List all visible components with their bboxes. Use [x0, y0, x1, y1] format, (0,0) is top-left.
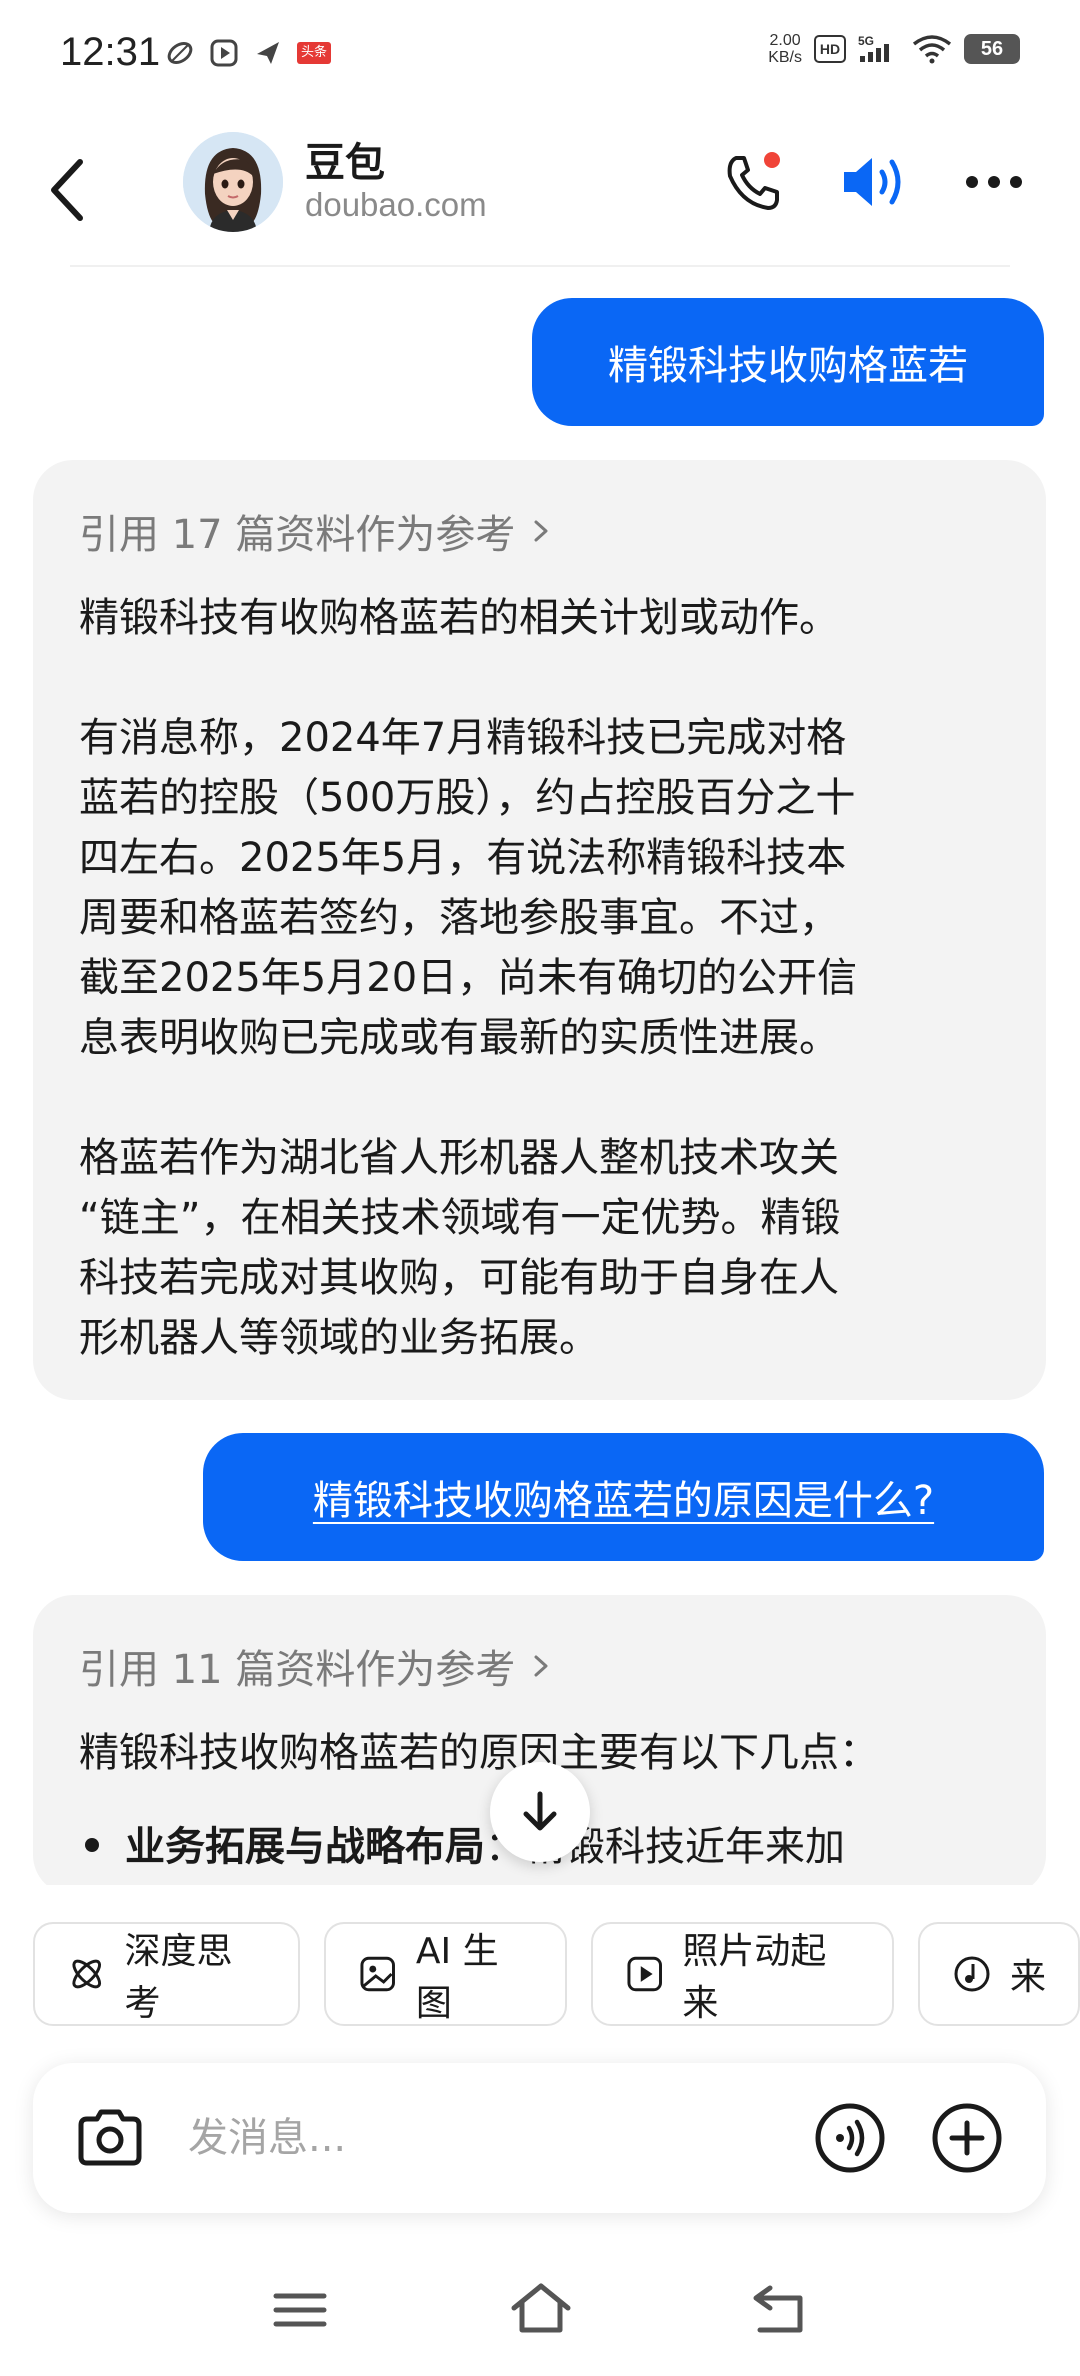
bot-answer-card[interactable]: 引用 17 篇资料作为参考 精锻科技有收购格蓝若的相关计划或动作。 有消息称，2…	[33, 460, 1046, 1400]
chip-ai-image[interactable]: AI 生图	[324, 1922, 567, 2026]
leaf-app-icon	[167, 41, 193, 65]
play-icon	[627, 1956, 662, 1992]
svg-text:5G: 5G	[858, 34, 874, 48]
music-icon	[954, 1956, 990, 1992]
network-speed: 2.00 KB/s	[768, 32, 802, 66]
bullet-title: 业务拓展与战略布局	[125, 1824, 485, 1870]
plus-icon[interactable]	[930, 2101, 1004, 2175]
voice-input-icon[interactable]	[813, 2101, 887, 2175]
phone-call-icon[interactable]	[720, 150, 784, 214]
notification-dot	[764, 152, 780, 168]
net-speed-unit: KB/s	[768, 49, 802, 66]
bot-answer-text: 精锻科技有收购格蓝若的相关计划或动作。 有消息称，2024年7月精锻科技已完成对…	[79, 595, 858, 1361]
recent-apps-icon[interactable]	[272, 2290, 328, 2330]
chip-music[interactable]: 来	[918, 1922, 1080, 2026]
chip-deep-think[interactable]: 深度思考	[33, 1922, 301, 2026]
reference-text: 引用 17 篇资料作为参考	[79, 512, 516, 558]
reference-link[interactable]: 引用 17 篇资料作为参考	[79, 502, 1000, 560]
bot-avatar[interactable]	[183, 132, 283, 232]
image-icon	[360, 1956, 396, 1992]
reference-link[interactable]: 引用 11 篇资料作为参考	[79, 1637, 1000, 1695]
net-speed-value: 2.00	[769, 32, 801, 49]
wifi-icon	[912, 35, 952, 64]
scroll-to-bottom-button[interactable]	[490, 1762, 590, 1862]
status-notification-icons: 头条	[165, 38, 331, 68]
avatar-face-icon	[183, 132, 283, 232]
hd-icon: HD	[814, 35, 846, 63]
status-bar: 12:31 头条 2.00 KB/s HD 5G 56	[0, 0, 1080, 110]
reference-text: 引用 11 篇资料作为参考	[79, 1647, 516, 1693]
feature-chips: 深度思考 AI 生图 照片动起来 来	[33, 1922, 1080, 2026]
header-divider	[70, 265, 1010, 267]
chat-header: 豆包 doubao.com	[0, 120, 1080, 270]
user-message-text: 精锻科技收购格蓝若	[608, 343, 968, 389]
video-app-icon	[210, 39, 238, 67]
atom-icon	[72, 1959, 102, 1989]
bot-domain: doubao.com	[305, 186, 487, 223]
chevron-right-icon	[534, 520, 548, 542]
chevron-right-icon	[534, 1655, 548, 1677]
chat-screen: 12:31 头条 2.00 KB/s HD 5G 56 豆包 doubao.co…	[0, 0, 1080, 2376]
news-app-icon: 头条	[297, 42, 331, 64]
chip-label: 照片动起来	[682, 1931, 827, 2024]
signal-5g-icon: 5G	[858, 34, 889, 62]
send-app-icon	[257, 42, 279, 64]
chip-label: AI 生图	[415, 1931, 499, 2024]
message-input-bar	[33, 2063, 1046, 2213]
speaker-on-icon[interactable]	[840, 150, 910, 214]
message-input[interactable]	[188, 2103, 788, 2173]
camera-icon[interactable]	[73, 2101, 147, 2175]
back-arrow-icon[interactable]	[40, 150, 100, 230]
user-message-bubble[interactable]: 精锻科技收购格蓝若	[532, 298, 1044, 426]
status-time: 12:31	[60, 30, 161, 74]
system-nav-bar	[0, 2260, 1080, 2360]
chip-label: 深度思考	[124, 1931, 233, 2024]
bullet-dot	[85, 1838, 99, 1852]
chip-label: 来	[1010, 1957, 1047, 1998]
chip-animate-photo[interactable]: 照片动起来	[590, 1922, 894, 2026]
user-message-bubble[interactable]: 精锻科技收购格蓝若的原因是什么?	[203, 1433, 1044, 1561]
arrow-down-icon	[523, 1791, 557, 1831]
more-options-icon[interactable]	[962, 170, 1026, 194]
status-right-icons: 2.00 KB/s HD 5G 56	[768, 32, 1020, 66]
bot-name: 豆包	[305, 140, 385, 186]
battery-indicator: 56	[964, 34, 1020, 64]
back-nav-icon[interactable]	[752, 2284, 806, 2334]
user-message-text: 精锻科技收购格蓝若的原因是什么?	[312, 1478, 935, 1524]
home-icon[interactable]	[510, 2282, 572, 2334]
